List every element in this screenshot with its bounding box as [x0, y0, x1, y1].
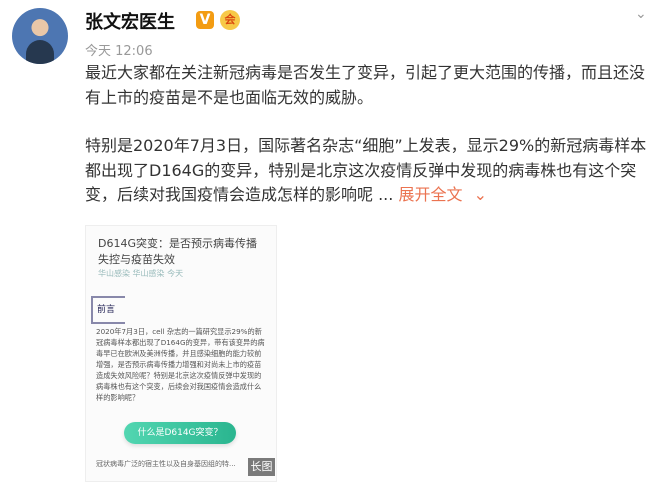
long-image-thumbnail[interactable]: D614G突变：是否预示病毒传播失控与疫苗失效 华山感染 华山感染 今天 前言 …: [85, 225, 277, 482]
username[interactable]: 张文宏医生: [85, 8, 175, 34]
post-paragraph-2-text: 特别是2020年7月3日，国际著名杂志“细胞”上发表，显示29%的新冠病毒样本都…: [85, 136, 647, 204]
post-paragraph-2: 特别是2020年7月3日，国际著名杂志“细胞”上发表，显示29%的新冠病毒样本都…: [85, 134, 653, 208]
thumbnail-meta: 华山感染 华山感染 今天: [98, 269, 184, 278]
thumbnail-button: 什么是D614G突变？: [124, 422, 236, 444]
avatar[interactable]: [12, 8, 68, 64]
member-badge: 会: [220, 10, 240, 30]
post-paragraph-1: 最近大家都在关注新冠病毒是否发生了变异，引起了更大范围的传播，而且还没有上市的疫…: [85, 63, 646, 107]
chevron-down-icon[interactable]: ⌄: [635, 6, 649, 22]
post-time: 今天 12:06: [85, 44, 153, 59]
thumbnail-bottom-text: 冠状病毒广泛的宿主性以及自身基因组的特...: [96, 460, 236, 468]
long-image-badge: 长图: [248, 458, 275, 476]
thumbnail-title: D614G突变：是否预示病毒传播失控与疫苗失效: [98, 237, 257, 266]
expand-chevron-icon[interactable]: ⌄: [474, 185, 487, 204]
post-content: 最近大家都在关注新冠病毒是否发生了变异，引起了更大范围的传播，而且还没有上市的疫…: [85, 61, 653, 208]
verified-badge: V: [196, 11, 214, 29]
expand-link[interactable]: 展开全文: [398, 185, 462, 204]
thumbnail-body: 2020年7月3日，cell 杂志的一篇研究显示29%的新冠病毒样本都出现了D1…: [96, 327, 265, 402]
thumbnail-section-label: 前言: [91, 296, 125, 324]
